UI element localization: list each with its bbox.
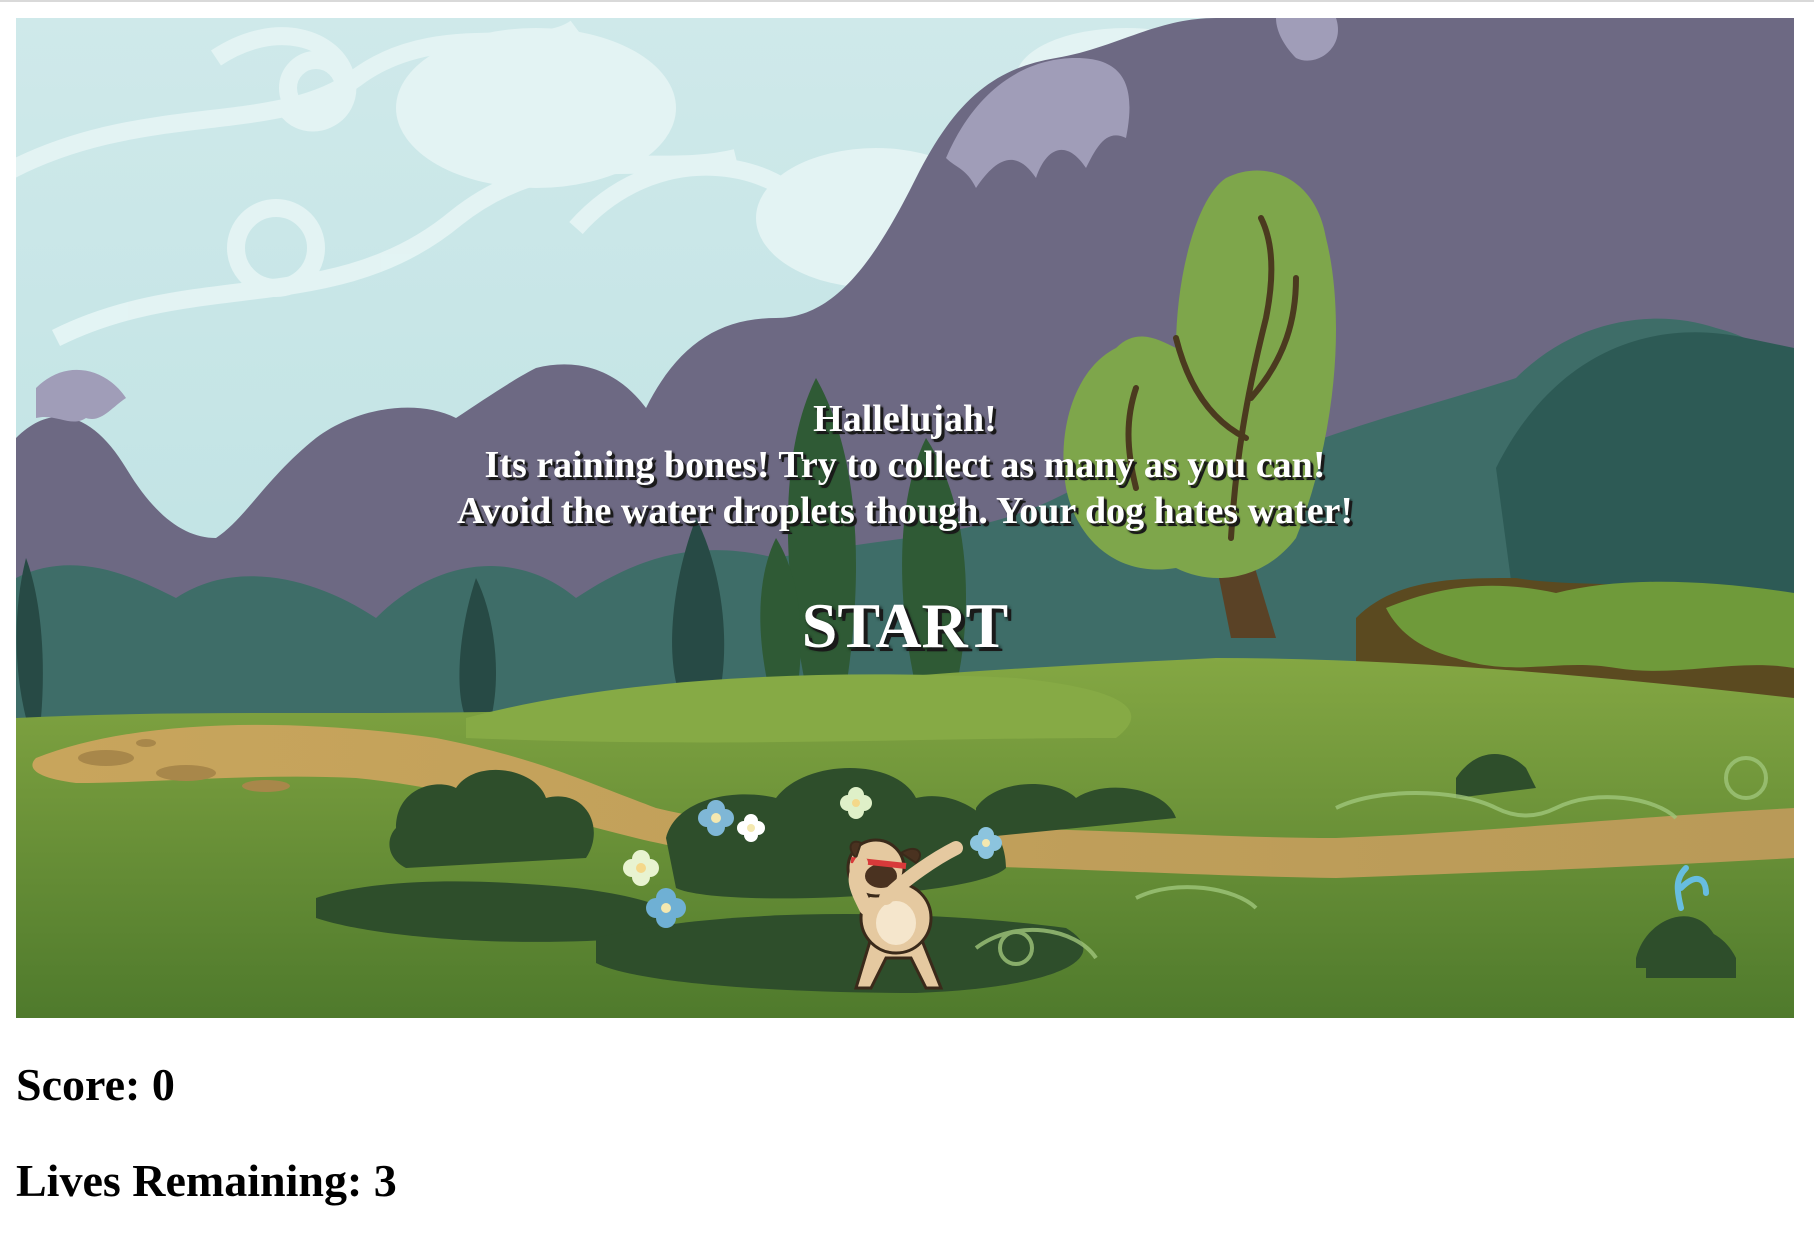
lives-display: Lives Remaining: 3 bbox=[16, 1155, 397, 1206]
browser-top-border bbox=[0, 0, 1814, 2]
start-button-wrap: START bbox=[16, 586, 1794, 666]
game-canvas[interactable]: Hallelujah! Its raining bones! Try to co… bbox=[16, 18, 1794, 1018]
intro-warning: Avoid the water droplets though. Your do… bbox=[456, 490, 1354, 532]
intro-title: Hallelujah! bbox=[813, 398, 997, 440]
score-display: Score: 0 bbox=[16, 1059, 175, 1110]
start-button[interactable]: START bbox=[802, 590, 1008, 661]
intro-message: Hallelujah! Its raining bones! Try to co… bbox=[16, 396, 1794, 534]
intro-instructions: Its raining bones! Try to collect as man… bbox=[484, 444, 1326, 486]
